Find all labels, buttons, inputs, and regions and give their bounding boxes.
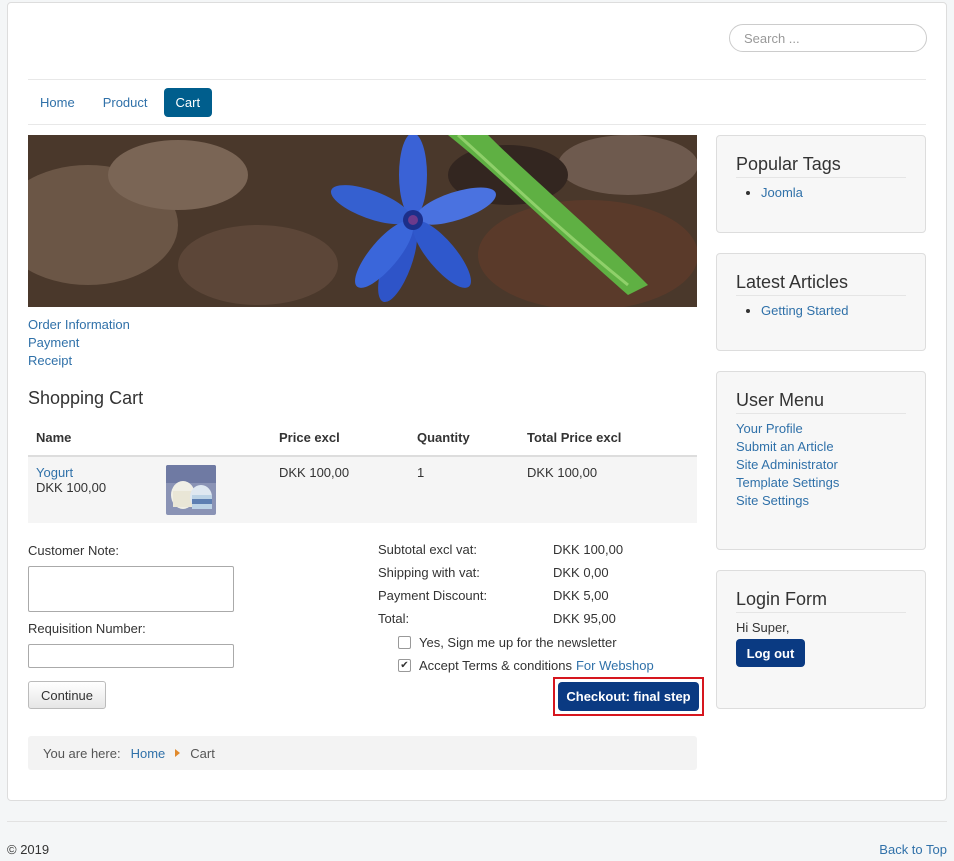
breadcrumb-prefix: You are here: — [43, 745, 121, 761]
tag-joomla-link[interactable]: Joomla — [761, 185, 803, 200]
footer-divider — [7, 821, 947, 822]
step-payment-link[interactable]: Payment — [28, 334, 130, 352]
back-to-top-link[interactable]: Back to Top — [879, 842, 947, 857]
user-menu-title: User Menu — [736, 390, 906, 414]
discount-row: Payment Discount: DKK 5,00 — [378, 588, 623, 611]
popular-tags-title: Popular Tags — [736, 154, 906, 178]
page-container: Home Product Cart — [7, 2, 947, 801]
header-divider — [28, 79, 926, 80]
user-menu-module: User Menu Your Profile Submit an Article… — [716, 371, 926, 550]
user-menu-links: Your Profile Submit an Article Site Admi… — [736, 420, 906, 510]
terms-link[interactable]: For Webshop — [576, 658, 654, 673]
subtotal-label: Subtotal excl vat: — [378, 542, 477, 557]
checkout-final-step-button[interactable]: Checkout: final step — [558, 682, 699, 711]
order-totals: Subtotal excl vat: DKK 100,00 Shipping wi… — [378, 542, 623, 634]
product-cell: Yogurt DKK 100,00 — [28, 456, 271, 523]
product-unit-price: DKK 100,00 — [36, 480, 107, 495]
breadcrumb-arrow-icon — [175, 749, 181, 757]
price-cell: DKK 100,00 — [271, 456, 409, 523]
login-greeting: Hi Super, — [736, 620, 790, 635]
cart-header-row: Name Price excl Quantity Total Price exc… — [28, 420, 697, 457]
discount-value: DKK 5,00 — [553, 588, 609, 603]
newsletter-label: Yes, Sign me up for the newsletter — [419, 635, 617, 650]
requisition-number-label: Requisition Number: — [28, 621, 146, 636]
total-label: Total: — [378, 611, 410, 626]
step-order-information-link[interactable]: Order Information — [28, 316, 130, 334]
latest-articles-module: Latest Articles Getting Started — [716, 253, 926, 351]
subtotal-value: DKK 100,00 — [553, 542, 624, 557]
article-getting-started-link[interactable]: Getting Started — [761, 303, 848, 318]
main-nav: Home Product Cart — [28, 88, 213, 117]
step-receipt-link[interactable]: Receipt — [28, 352, 130, 370]
newsletter-checkbox[interactable] — [398, 636, 411, 649]
login-form-title: Login Form — [736, 589, 906, 613]
terms-option: ✔ Accept Terms & conditions For Webshop — [398, 658, 654, 673]
list-item: Joomla — [761, 184, 906, 202]
shipping-value: DKK 0,00 — [553, 565, 609, 580]
cart-title: Shopping Cart — [28, 388, 144, 408]
subtotal-row: Subtotal excl vat: DKK 100,00 — [378, 542, 623, 565]
user-menu-your-profile-link[interactable]: Your Profile — [736, 420, 906, 438]
total-row: Total: DKK 95,00 — [378, 611, 623, 634]
list-item: Getting Started — [761, 302, 906, 320]
quantity-cell: 1 — [409, 456, 519, 523]
nav-cart-link[interactable]: Cart — [163, 88, 213, 117]
breadcrumb: You are here: Home Cart — [28, 736, 697, 770]
customer-note-label: Customer Note: — [28, 543, 120, 558]
user-menu-submit-article-link[interactable]: Submit an Article — [736, 438, 906, 456]
popular-tags-module: Popular Tags Joomla — [716, 135, 926, 233]
breadcrumb-current: Cart — [190, 745, 215, 761]
cart-table: Name Price excl Quantity Total Price exc… — [28, 420, 697, 523]
shipping-label: Shipping with vat: — [378, 565, 480, 580]
copyright-text: © 2019 — [7, 842, 50, 857]
checkout-highlight: Checkout: final step — [553, 677, 704, 716]
logout-button[interactable]: Log out — [736, 639, 805, 667]
column-header-quantity: Quantity — [409, 420, 519, 457]
breadcrumb-home-link[interactable]: Home — [131, 746, 166, 761]
nav-product-link[interactable]: Product — [91, 88, 160, 117]
terms-checkbox[interactable]: ✔ — [398, 659, 411, 672]
product-thumbnail[interactable] — [166, 465, 216, 515]
terms-label: Accept Terms & conditions — [419, 658, 572, 673]
column-header-total: Total Price excl — [519, 420, 697, 457]
newsletter-option: Yes, Sign me up for the newsletter — [398, 635, 617, 650]
column-header-price: Price excl — [271, 420, 409, 457]
product-name-link[interactable]: Yogurt — [36, 465, 73, 480]
total-cell: DKK 100,00 — [519, 456, 697, 523]
checkout-steps: Order Information Payment Receipt — [28, 316, 130, 370]
requisition-number-input[interactable] — [28, 644, 234, 668]
shipping-row: Shipping with vat: DKK 0,00 — [378, 565, 623, 588]
user-menu-site-settings-link[interactable]: Site Settings — [736, 492, 906, 510]
latest-articles-title: Latest Articles — [736, 272, 906, 296]
search-input[interactable] — [729, 24, 927, 52]
login-form-module: Login Form Hi Super, Log out — [716, 570, 926, 709]
column-header-name: Name — [28, 420, 271, 457]
banner-image — [28, 135, 697, 307]
customer-note-textarea[interactable] — [28, 566, 234, 612]
nav-divider — [28, 124, 926, 125]
nav-home-link[interactable]: Home — [28, 88, 87, 117]
table-row: Yogurt DKK 100,00 DKK 100,00 1 DKK 100,0… — [28, 456, 697, 523]
discount-label: Payment Discount: — [378, 588, 488, 603]
total-value: DKK 95,00 — [553, 611, 616, 626]
user-menu-site-administrator-link[interactable]: Site Administrator — [736, 456, 906, 474]
user-menu-template-settings-link[interactable]: Template Settings — [736, 474, 906, 492]
continue-button[interactable]: Continue — [28, 681, 106, 709]
